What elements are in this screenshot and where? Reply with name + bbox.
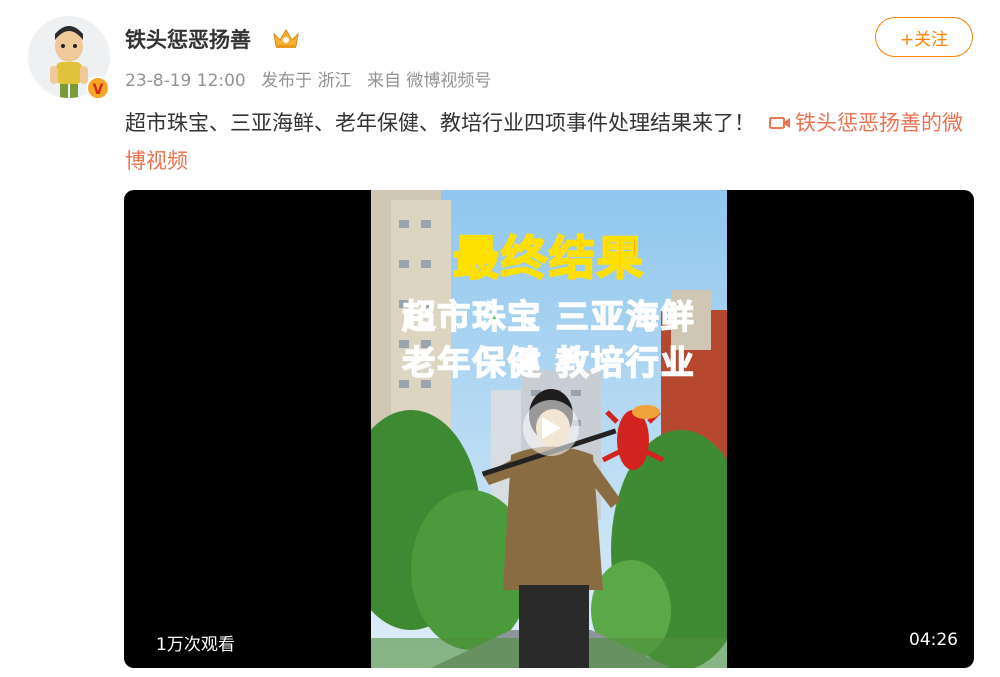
overlay-tag: 教培行业 (555, 342, 696, 383)
post-date[interactable]: 23-8-19 12:00 (125, 71, 246, 91)
post-location: 发布于 浙江 (261, 71, 352, 91)
post-source[interactable]: 来自 微博视频号 (367, 71, 491, 91)
follow-button[interactable]: +关注 (875, 17, 973, 57)
verified-badge-icon: V (86, 76, 110, 100)
overlay-tag: 超市珠宝 (402, 296, 543, 337)
post-text: 超市珠宝、三亚海鲜、老年保健、教培行业四项事件处理结果来了！ (125, 111, 755, 135)
username[interactable]: 铁头惩恶扬善 (125, 24, 251, 54)
overlay-tag: 三亚海鲜 (555, 296, 696, 337)
video-overlay-row-1: 超市珠宝 三亚海鲜 (371, 290, 727, 338)
play-button[interactable] (523, 400, 579, 456)
crown-icon[interactable] (271, 26, 301, 50)
post-body: 超市珠宝、三亚海鲜、老年保健、教培行业四项事件处理结果来了！ 铁头惩恶扬善的微博视… (125, 104, 975, 180)
post-meta: 23-8-19 12:00 发布于 浙江 来自 微博视频号 (125, 66, 501, 91)
video-player[interactable]: 最终结果 超市珠宝 三亚海鲜 老年保健 教培行业 1万次观看 04:26 (124, 190, 974, 668)
video-overlay-title: 最终结果 (452, 230, 645, 286)
video-duration: 04:26 (909, 630, 958, 650)
view-count: 1万次观看 (156, 635, 235, 655)
video-camera-icon (769, 117, 790, 129)
overlay-tag: 老年保健 (402, 342, 543, 383)
play-icon (542, 417, 561, 439)
video-overlay-row-2: 老年保健 教培行业 (371, 336, 727, 384)
